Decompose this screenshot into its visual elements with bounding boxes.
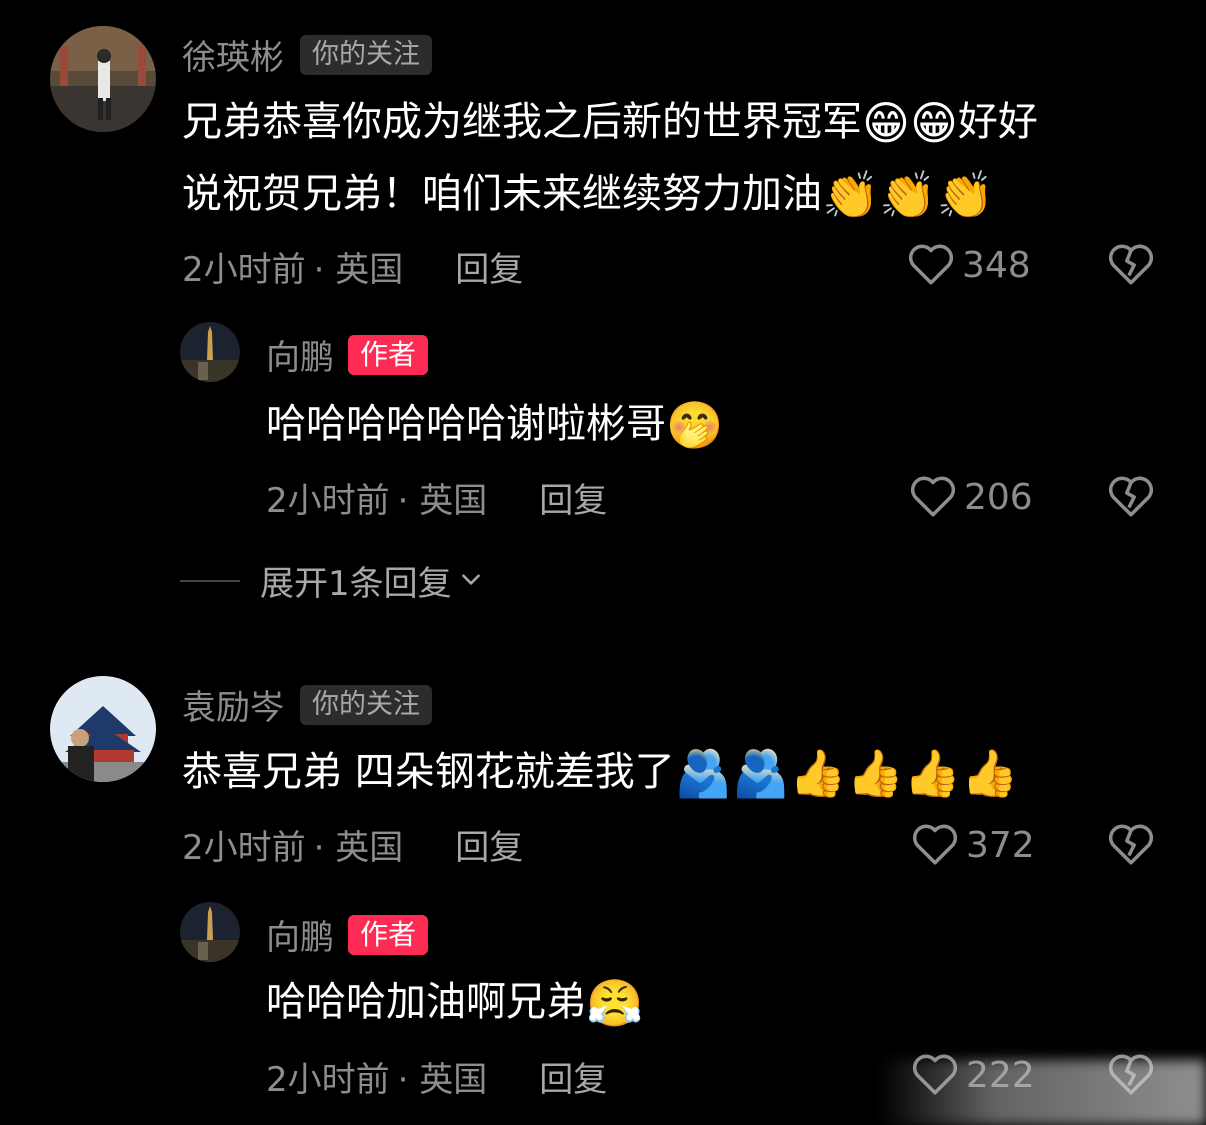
reply-button[interactable]: 回复 bbox=[455, 820, 523, 869]
heart-icon bbox=[908, 472, 958, 522]
broken-heart-icon bbox=[1106, 244, 1156, 290]
location: · 英国 bbox=[397, 1060, 488, 1100]
broken-heart-icon bbox=[1106, 824, 1156, 870]
watermark-overlay bbox=[880, 1060, 1206, 1125]
like-count: 348 bbox=[962, 244, 1031, 286]
grin-emoji: 😁😁 bbox=[862, 96, 958, 150]
reply-text: 哈哈哈加油啊兄弟😤 bbox=[266, 976, 644, 1030]
like-button[interactable]: 348 bbox=[906, 240, 1031, 290]
expand-replies-button[interactable]: 展开1条回复 bbox=[180, 556, 484, 605]
following-badge: 你的关注 bbox=[300, 684, 432, 725]
like-button[interactable]: 372 bbox=[910, 820, 1035, 870]
expand-replies-label: 展开1条回复 bbox=[260, 564, 452, 604]
avatar[interactable] bbox=[50, 676, 156, 782]
username[interactable]: 向鹏 bbox=[266, 910, 334, 959]
broken-heart-icon bbox=[1106, 476, 1156, 522]
heart-icon bbox=[910, 820, 960, 870]
like-button[interactable]: 206 bbox=[908, 472, 1033, 522]
reply-text: 哈哈哈哈哈哈谢啦彬哥🤭 bbox=[266, 398, 724, 452]
chevron-down-icon bbox=[458, 566, 484, 596]
username[interactable]: 向鹏 bbox=[266, 330, 334, 379]
timestamp: 2小时前 bbox=[182, 250, 306, 290]
timestamp: 2小时前 bbox=[266, 1060, 390, 1100]
like-count: 372 bbox=[966, 824, 1035, 866]
hug-thumbs-up-emoji: 🫂🫂👍👍👍👍 bbox=[674, 746, 1019, 800]
timestamp: 2小时前 bbox=[266, 481, 390, 521]
huffing-emoji: 😤 bbox=[586, 976, 644, 1030]
author-badge: 作者 bbox=[348, 914, 429, 955]
username[interactable]: 徐瑛彬 bbox=[182, 30, 284, 79]
dislike-button[interactable] bbox=[1106, 820, 1156, 870]
thinking-emoji: 🤭 bbox=[666, 398, 724, 452]
location: · 英国 bbox=[313, 828, 404, 868]
author-badge: 作者 bbox=[348, 334, 429, 375]
like-count: 206 bbox=[964, 476, 1033, 518]
location: · 英国 bbox=[397, 481, 488, 521]
comment-text: 恭喜兄弟 四朵钢花就差我了🫂🫂👍👍👍👍 bbox=[182, 746, 1019, 800]
avatar[interactable] bbox=[180, 322, 240, 382]
location: · 英国 bbox=[313, 250, 404, 290]
following-badge: 你的关注 bbox=[300, 34, 432, 75]
timestamp: 2小时前 bbox=[182, 828, 306, 868]
dislike-button[interactable] bbox=[1106, 472, 1156, 522]
avatar[interactable] bbox=[180, 902, 240, 962]
clap-emoji: 👏👏👏 bbox=[822, 168, 994, 222]
username[interactable]: 袁励岑 bbox=[182, 680, 284, 729]
comment-text-line-2: 说祝贺兄弟！咱们未来继续努力加油👏👏👏 bbox=[182, 168, 994, 222]
reply-button[interactable]: 回复 bbox=[455, 242, 523, 291]
divider bbox=[180, 579, 240, 582]
dislike-button[interactable] bbox=[1106, 240, 1156, 290]
avatar[interactable] bbox=[50, 26, 156, 132]
reply-button[interactable]: 回复 bbox=[539, 473, 607, 522]
heart-icon bbox=[906, 240, 956, 290]
reply-button[interactable]: 回复 bbox=[539, 1052, 607, 1101]
comment-text: 兄弟恭喜你成为继我之后新的世界冠军😁😁好好 bbox=[182, 96, 1038, 150]
